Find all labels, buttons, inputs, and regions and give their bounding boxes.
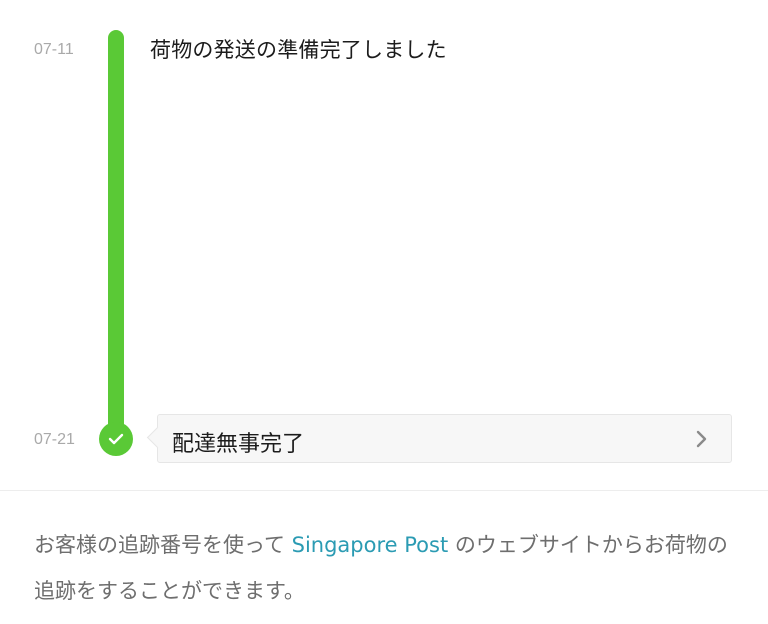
tracking-timeline: 07-11 荷物の発送の準備完了しました 07-21 配達無事完了 bbox=[0, 0, 768, 490]
progress-line bbox=[108, 30, 124, 438]
check-icon bbox=[108, 430, 124, 449]
carrier-website-link[interactable]: Singapore Post bbox=[292, 533, 449, 557]
chevron-right-icon bbox=[695, 429, 709, 453]
event-description: 配達無事完了 bbox=[172, 432, 305, 457]
card-pointer bbox=[146, 426, 169, 449]
carrier-tracking-note: お客様の追跡番号を使って Singapore Post のウェブサイトからお荷物… bbox=[34, 522, 744, 614]
note-text: お客様の追跡番号を使って bbox=[34, 533, 292, 557]
section-divider bbox=[0, 490, 768, 491]
event-description: 荷物の発送の準備完了しました bbox=[150, 38, 447, 62]
delivered-event-card[interactable]: 配達無事完了 bbox=[146, 414, 732, 463]
event-date: 07-11 bbox=[34, 41, 74, 58]
delivered-status-dot bbox=[99, 422, 133, 456]
event-date: 07-21 bbox=[34, 431, 75, 448]
